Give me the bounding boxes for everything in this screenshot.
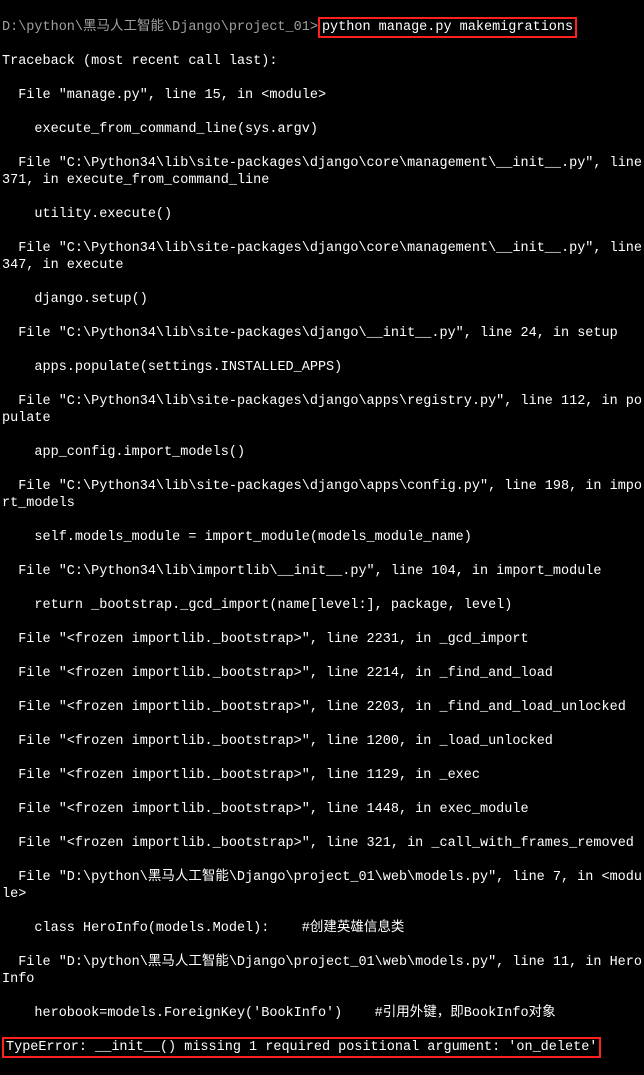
trace-line: File "C:\Python34\lib\site-packages\djan… [2,325,642,342]
error-text: TypeError: __init__() missing 1 required… [6,1040,597,1055]
error-line-wrap: TypeError: __init__() missing 1 required… [2,1039,642,1056]
trace-line: django.setup() [2,291,642,308]
trace-line: File "C:\Python34\lib\site-packages\djan… [2,240,642,274]
trace-line: File "D:\python\黑马人工智能\Django\project_01… [2,954,642,988]
trace-line: apps.populate(settings.INSTALLED_APPS) [2,359,642,376]
trace-line: File "<frozen importlib._bootstrap>", li… [2,631,642,648]
trace-line: File "<frozen importlib._bootstrap>", li… [2,767,642,784]
trace-line: execute_from_command_line(sys.argv) [2,121,642,138]
trace-line: File "C:\Python34\lib\site-packages\djan… [2,393,642,427]
trace-line: File "<frozen importlib._bootstrap>", li… [2,699,642,716]
trace-line: herobook=models.ForeignKey('BookInfo') #… [2,1005,642,1022]
trace-line: class HeroInfo(models.Model): #创建英雄信息类 [2,920,642,937]
prompt-path: D:\python\黑马人工智能\Django\project_01> [2,20,318,35]
trace-line: File "<frozen importlib._bootstrap>", li… [2,801,642,818]
trace-line: File "<frozen importlib._bootstrap>", li… [2,835,642,852]
trace-line: return _bootstrap._gcd_import(name[level… [2,597,642,614]
error-highlight-box: TypeError: __init__() missing 1 required… [2,1037,601,1058]
trace-line: app_config.import_models() [2,444,642,461]
command-highlight-box: python manage.py makemigrations [318,17,577,38]
trace-line: File "C:\Python34\lib\site-packages\djan… [2,155,642,189]
trace-line: File "manage.py", line 15, in <module> [2,87,642,104]
terminal-output: D:\python\黑马人工智能\Django\project_01> pytho… [0,0,644,1075]
trace-line: utility.execute() [2,206,642,223]
trace-line: File "<frozen importlib._bootstrap>", li… [2,665,642,682]
trace-line: self.models_module = import_module(model… [2,529,642,546]
prompt-line: D:\python\黑马人工智能\Django\project_01> pytho… [2,19,642,36]
trace-line: File "D:\python\黑马人工智能\Django\project_01… [2,869,642,903]
trace-line: File "C:\Python34\lib\site-packages\djan… [2,478,642,512]
trace-line: File "<frozen importlib._bootstrap>", li… [2,733,642,750]
command-text: python manage.py makemigrations [322,20,573,35]
trace-line: File "C:\Python34\lib\importlib\__init__… [2,563,642,580]
trace-line: Traceback (most recent call last): [2,53,642,70]
